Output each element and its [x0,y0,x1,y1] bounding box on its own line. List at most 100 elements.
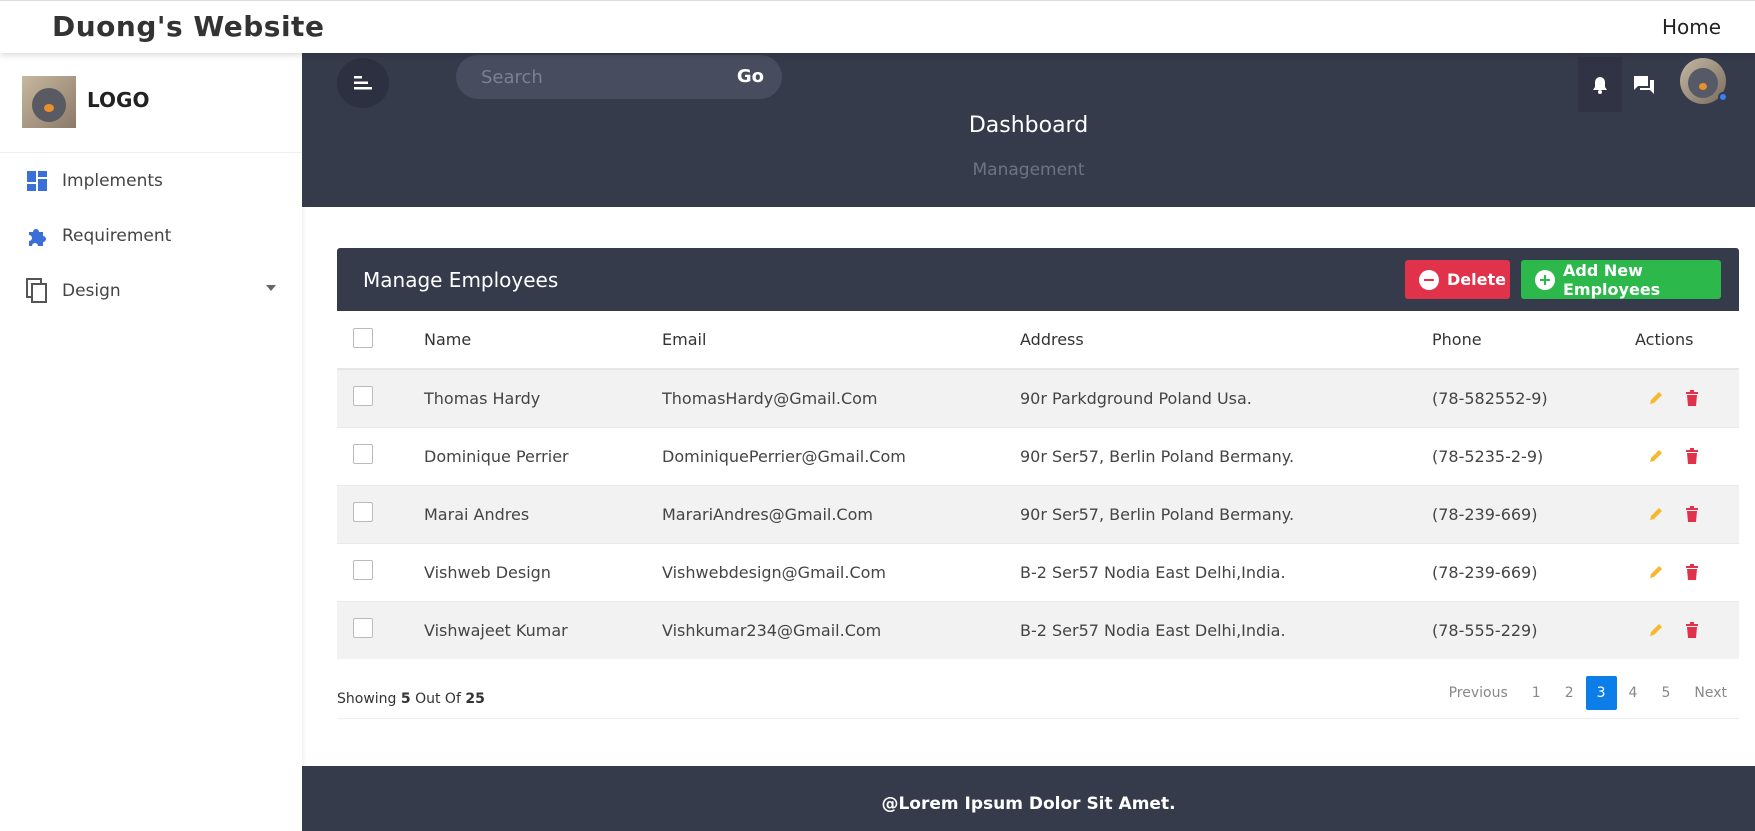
column-header-email: Email [661,311,1019,370]
add-label: Add New Employees [1563,260,1661,299]
sidebar-item-requirement[interactable]: Requirement [0,208,302,263]
dashboard-icon [24,168,50,194]
column-header-phone: Phone [1431,311,1627,370]
page-2[interactable]: 2 [1553,676,1586,710]
add-employee-button[interactable]: Add New Employees [1521,260,1721,299]
logo-text[interactable]: LOGO [87,88,149,112]
page-3-active[interactable]: 3 [1585,676,1617,710]
cell-email: ThomasHardy@Gmail.Com [661,368,1019,427]
top-navbar: Duong's Website Home [0,0,1755,53]
sidebar-item-design[interactable]: Design [0,263,302,318]
row-checkbox[interactable] [353,444,373,464]
edit-pencil-icon[interactable] [1645,387,1667,409]
sidebar-item-label: Requirement [62,225,172,246]
cell-email: MarariAndres@Gmail.Com [661,484,1019,543]
showing-prefix: Showing [337,691,397,707]
row-checkbox[interactable] [353,386,373,407]
cell-email: DominiquePerrier@Gmail.Com [661,426,1019,485]
manage-employees-panel: Manage Employees Delete Add New Employee… [337,248,1739,719]
plus-circle-icon [1535,269,1555,290]
cell-name: Thomas Hardy [423,368,661,427]
table-row: Marai Andres MarariAndres@Gmail.Com 90r … [337,484,1739,543]
cell-address: 90r Ser57, Berlin Poland Bermany. [1019,426,1431,485]
page-5[interactable]: 5 [1649,676,1682,710]
online-status-dot [1718,92,1728,102]
user-avatar[interactable] [1680,58,1728,104]
panel-header: Manage Employees Delete Add New Employee… [337,248,1739,311]
table-row: Vishweb Design Vishwebdesign@Gmail.Com B… [337,542,1739,601]
notifications-button[interactable] [1578,57,1622,112]
copy-icon [24,277,50,304]
sidebar-item-implements[interactable]: Implements [0,153,302,208]
row-checkbox[interactable] [353,618,373,639]
chevron-down-icon[interactable] [266,285,276,291]
cell-phone: (78-239-669) [1431,542,1627,601]
logo-image[interactable] [22,76,76,128]
employees-table: Name Email Address Phone Actions Thomas … [337,311,1739,659]
column-header-name: Name [423,311,661,370]
table-header-row: Name Email Address Phone Actions [337,311,1739,370]
cell-email: Vishkumar234@Gmail.Com [661,600,1019,659]
table-row: Thomas Hardy ThomasHardy@Gmail.Com 90r P… [337,368,1739,427]
column-header-address: Address [1019,311,1431,370]
showing-count: 5 [400,691,411,707]
minus-circle-icon [1419,269,1439,290]
trash-icon[interactable] [1681,445,1703,467]
edit-pencil-icon[interactable] [1645,561,1667,583]
messages-button[interactable] [1622,57,1666,112]
trash-icon[interactable] [1681,561,1703,583]
column-header-actions: Actions [1627,311,1739,370]
menu-icon [354,76,372,90]
cell-name: Marai Andres [423,484,661,543]
cell-phone: (78-555-229) [1431,600,1627,659]
puzzle-icon [24,223,50,249]
cell-email: Vishwebdesign@Gmail.Com [661,542,1019,601]
trash-icon[interactable] [1681,387,1703,409]
bell-icon [1593,76,1607,94]
edit-pencil-icon[interactable] [1645,445,1667,467]
cell-phone: (78-5235-2-9) [1431,426,1627,485]
cell-address: 90r Parkdground Poland Usa. [1019,368,1431,427]
go-button[interactable]: Go [737,66,764,87]
showing-summary: Showing 5 Out Of 25 [337,691,485,707]
page-4[interactable]: 4 [1617,676,1650,710]
delete-button[interactable]: Delete [1405,260,1510,299]
sidebar-item-label: Implements [62,170,163,191]
panel-title: Manage Employees [363,268,559,292]
cell-address: B-2 Ser57 Nodia East Delhi,India. [1019,600,1431,659]
cell-name: Dominique Perrier [423,426,661,485]
trash-icon[interactable] [1681,503,1703,525]
page-subtitle: Management [972,160,1085,180]
edit-pencil-icon[interactable] [1645,503,1667,525]
sidebar-item-label: Design [62,280,121,301]
trash-icon[interactable] [1681,619,1703,641]
page-title: Dashboard [968,113,1089,138]
footer-text: @Lorem Ipsum Dolor Sit Amet. [881,794,1176,814]
pagination-previous[interactable]: Previous [1437,676,1520,710]
dashboard-header: Go Dashboard Management [302,53,1755,207]
menu-toggle-button[interactable] [337,58,389,108]
cell-phone: (78-582552-9) [1431,368,1627,427]
page-1[interactable]: 1 [1520,676,1553,710]
cell-address: 90r Ser57, Berlin Poland Bermany. [1019,484,1431,543]
select-all-checkbox[interactable] [353,327,373,348]
home-link[interactable]: Home [1662,15,1721,39]
pagination-next[interactable]: Next [1682,676,1739,710]
cell-name: Vishweb Design [423,542,661,601]
showing-middle: Out Of [415,691,461,707]
showing-total: 25 [465,691,485,707]
row-checkbox[interactable] [353,502,373,522]
cell-phone: (78-239-669) [1431,484,1627,543]
site-title[interactable]: Duong's Website [52,10,324,43]
sidebar: LOGO Implements Requirement Design [0,53,302,831]
table-row: Vishwajeet Kumar Vishkumar234@Gmail.Com … [337,600,1739,659]
search-input[interactable] [456,55,716,99]
row-checkbox[interactable] [353,560,373,580]
logo-row: LOGO [0,53,302,153]
search-box: Go [456,55,782,99]
delete-label: Delete [1447,270,1506,289]
cell-address: B-2 Ser57 Nodia East Delhi,India. [1019,542,1431,601]
table-footer: Showing 5 Out Of 25 Previous 1 2 3 4 5 N… [337,659,1739,719]
table-row: Dominique Perrier DominiquePerrier@Gmail… [337,426,1739,485]
edit-pencil-icon[interactable] [1645,619,1667,641]
